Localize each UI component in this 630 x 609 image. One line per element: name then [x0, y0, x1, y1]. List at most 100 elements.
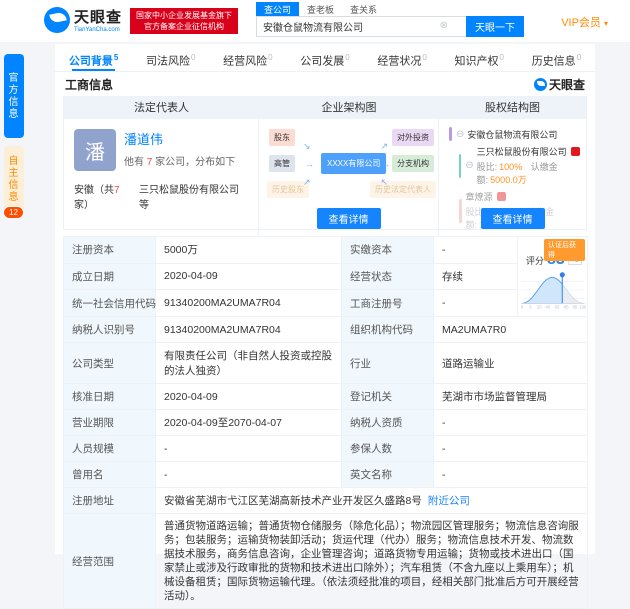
org-node-investment: 对外投资	[392, 129, 434, 146]
legal-rep-name-link[interactable]: 潘道伟	[124, 129, 235, 148]
tab-judicial-risk[interactable]: 司法风险0	[132, 44, 209, 71]
org-node-shareholder: 股东	[269, 129, 295, 146]
row-value: 91340200MA2UMA7R04	[156, 317, 342, 343]
nearby-companies-link[interactable]: 附近公司	[428, 495, 470, 507]
row-label: 经营状态	[342, 263, 434, 290]
search-tab-company[interactable]: 查公司	[256, 2, 299, 16]
search-tab-boss[interactable]: 查老板	[299, 2, 342, 16]
equity-chart-detail-button[interactable]: 查看详情	[481, 208, 545, 229]
table-row: 经营范围 普通货物道路运输；普通货物仓储服务（除危化品）；物流园区管理服务；物流…	[64, 514, 588, 609]
search-button[interactable]: 天眼一下	[466, 16, 524, 37]
arrow-icon: ↘	[303, 141, 311, 152]
sidebar-tab-official-info[interactable]: 官方信息	[4, 54, 24, 138]
collapse-icon[interactable]: ⊖	[456, 129, 464, 140]
avatar: 潘	[74, 129, 116, 171]
row-label: 纳税人资质	[342, 410, 434, 436]
equity-shareholder2-name[interactable]: 章燎源	[466, 192, 493, 202]
top-cards: 法定代表人 企业架构图 股权结构图 潘 潘道伟 他有 7 家公司，分布如下	[63, 96, 587, 230]
row-label: 公司类型	[64, 343, 156, 384]
gov-certification-badge: 国家中小企业发展基金旗下 官方备案企业征信机构	[130, 8, 238, 34]
table-row: 公司类型 有限责任公司（非自然人投资或控股的法人独资） 行业 道路运输业	[64, 343, 588, 384]
legal-rep-firm[interactable]: 三只松鼠股份有限公司等	[139, 181, 248, 211]
tianyancha-logo[interactable]: 天眼查 TianYanCha.com	[44, 6, 122, 33]
svg-text:100: 100	[579, 305, 586, 310]
org-node-executive: 高管	[269, 155, 295, 172]
row-value: -	[156, 462, 342, 488]
tab-operating-risk[interactable]: 经营风险0	[209, 44, 286, 71]
search-tab-relation[interactable]: 查关系	[342, 2, 385, 16]
row-value: 2020-04-09	[156, 384, 342, 410]
tab-operating-status[interactable]: 经营状况0	[364, 44, 441, 71]
row-value: 道路运输业	[434, 343, 588, 384]
table-row: 核准日期 2020-04-09 登记机关 芜湖市市场监督管理局	[64, 384, 588, 410]
sidebar-tab-self-info[interactable]: 自主信息	[4, 146, 24, 212]
svg-text:15: 15	[537, 305, 542, 310]
org-chart-card: 股东 高管 历史股东 XXXX有限公司 对外投资 分支机构 历史法定代表人 ↘ …	[259, 119, 439, 235]
tab-company-development[interactable]: 公司发展0	[286, 44, 363, 71]
row-label: 注册地址	[64, 488, 156, 514]
score-cert-badge: 认证后获得	[544, 239, 585, 261]
row-label: 英文名称	[342, 462, 434, 488]
score-widget: 认证后获得 评分 83 +3	[520, 239, 585, 314]
row-value: 2020-04-09至2070-04-07	[156, 410, 342, 436]
table-row: 统一社会信用代码 91340200MA2UMA7R04 工商注册号 -	[64, 290, 588, 317]
svg-text:65: 65	[555, 305, 560, 310]
tab-history-info[interactable]: 历史信息0	[518, 44, 595, 71]
table-row: 注册地址 安徽省芜湖市弋江区芜湖高新技术产业开发区久盛路8号附近公司	[64, 488, 588, 514]
arrow-icon: →	[381, 159, 390, 169]
org-node-branch: 分支机构	[392, 155, 434, 172]
row-value: 91340200MA2UMA7R04	[156, 290, 342, 317]
clear-search-icon[interactable]: ⊗	[440, 20, 448, 31]
table-row: 曾用名 - 英文名称 -	[64, 462, 588, 488]
business-info-table: 注册资本 5000万 实缴资本 - 认证后获得 评分 83 +3	[63, 236, 588, 609]
row-label: 成立日期	[64, 263, 156, 290]
svg-text:5: 5	[529, 305, 532, 310]
watermark-logo: 天眼查	[534, 76, 585, 93]
org-chart-detail-button[interactable]: 查看详情	[317, 208, 381, 229]
row-value: 5000万	[156, 237, 342, 264]
main-panel: 公司背景5 司法风险0 经营风险0 公司发展0 经营状况0 知识产权0 历史信息…	[55, 44, 595, 554]
score-distribution-chart: 0 5 15 40 65 85 95 100	[520, 269, 586, 311]
row-label: 纳税人识别号	[64, 317, 156, 343]
legal-rep-region: 安徽（共7家）	[74, 181, 139, 211]
section-title: 工商信息	[65, 76, 113, 93]
arrow-icon: ↗	[380, 141, 388, 152]
tianyancha-logo-icon	[44, 7, 70, 33]
arrow-icon: ↖	[380, 177, 388, 188]
row-label: 营业期限	[64, 410, 156, 436]
org-chart-diagram: 股东 高管 历史股东 XXXX有限公司 对外投资 分支机构 历史法定代表人 ↘ …	[259, 127, 438, 207]
collapse-icon[interactable]: ⊖	[465, 160, 473, 171]
legal-rep-desc: 他有 7 家公司，分布如下	[124, 153, 235, 168]
search-input[interactable]	[256, 16, 466, 37]
vip-member-menu[interactable]: VIP会员 ▾	[561, 14, 608, 30]
row-label: 工商注册号	[342, 290, 434, 317]
table-row: 注册资本 5000万 实缴资本 - 认证后获得 评分 83 +3	[64, 237, 588, 264]
tab-intellectual-property[interactable]: 知识产权0	[441, 44, 518, 71]
tab-company-background[interactable]: 公司背景5	[55, 44, 132, 71]
score-cell: 认证后获得 评分 83 +3	[518, 237, 588, 317]
row-label: 统一社会信用代码	[64, 290, 156, 317]
legal-rep-header: 法定代表人	[64, 97, 259, 119]
arrow-icon: →	[305, 159, 314, 169]
company-logo-icon	[497, 192, 506, 201]
row-label: 组织机构代码	[342, 317, 434, 343]
equity-shareholder-name[interactable]: 三只松鼠股份有限公司	[477, 147, 567, 157]
row-value: 芜湖市市场监督管理局	[434, 384, 588, 410]
row-label: 参保人数	[342, 436, 434, 462]
svg-text:40: 40	[545, 305, 550, 310]
row-value: -	[434, 410, 588, 436]
equity-root-company[interactable]: 安徽仓鼠物流有限公司	[467, 128, 557, 141]
row-label: 曾用名	[64, 462, 156, 488]
row-label: 核准日期	[64, 384, 156, 410]
logo-title: 天眼查	[74, 6, 122, 27]
section-nav: 公司背景5 司法风险0 经营风险0 公司发展0 经营状况0 知识产权0 历史信息…	[55, 44, 595, 72]
top-header: 天眼查 TianYanCha.com 国家中小企业发展基金旗下 官方备案企业征信…	[0, 0, 630, 42]
row-value: 有限责任公司（非自然人投资或控股的法人独资）	[156, 343, 342, 384]
logo-subtitle: TianYanCha.com	[74, 27, 122, 33]
row-label: 登记机关	[342, 384, 434, 410]
table-row: 营业期限 2020-04-09至2070-04-07 纳税人资质 -	[64, 410, 588, 436]
row-label: 行业	[342, 343, 434, 384]
row-value: -	[434, 462, 588, 488]
company-logo-icon	[571, 147, 580, 156]
row-label: 经营范围	[64, 514, 156, 609]
